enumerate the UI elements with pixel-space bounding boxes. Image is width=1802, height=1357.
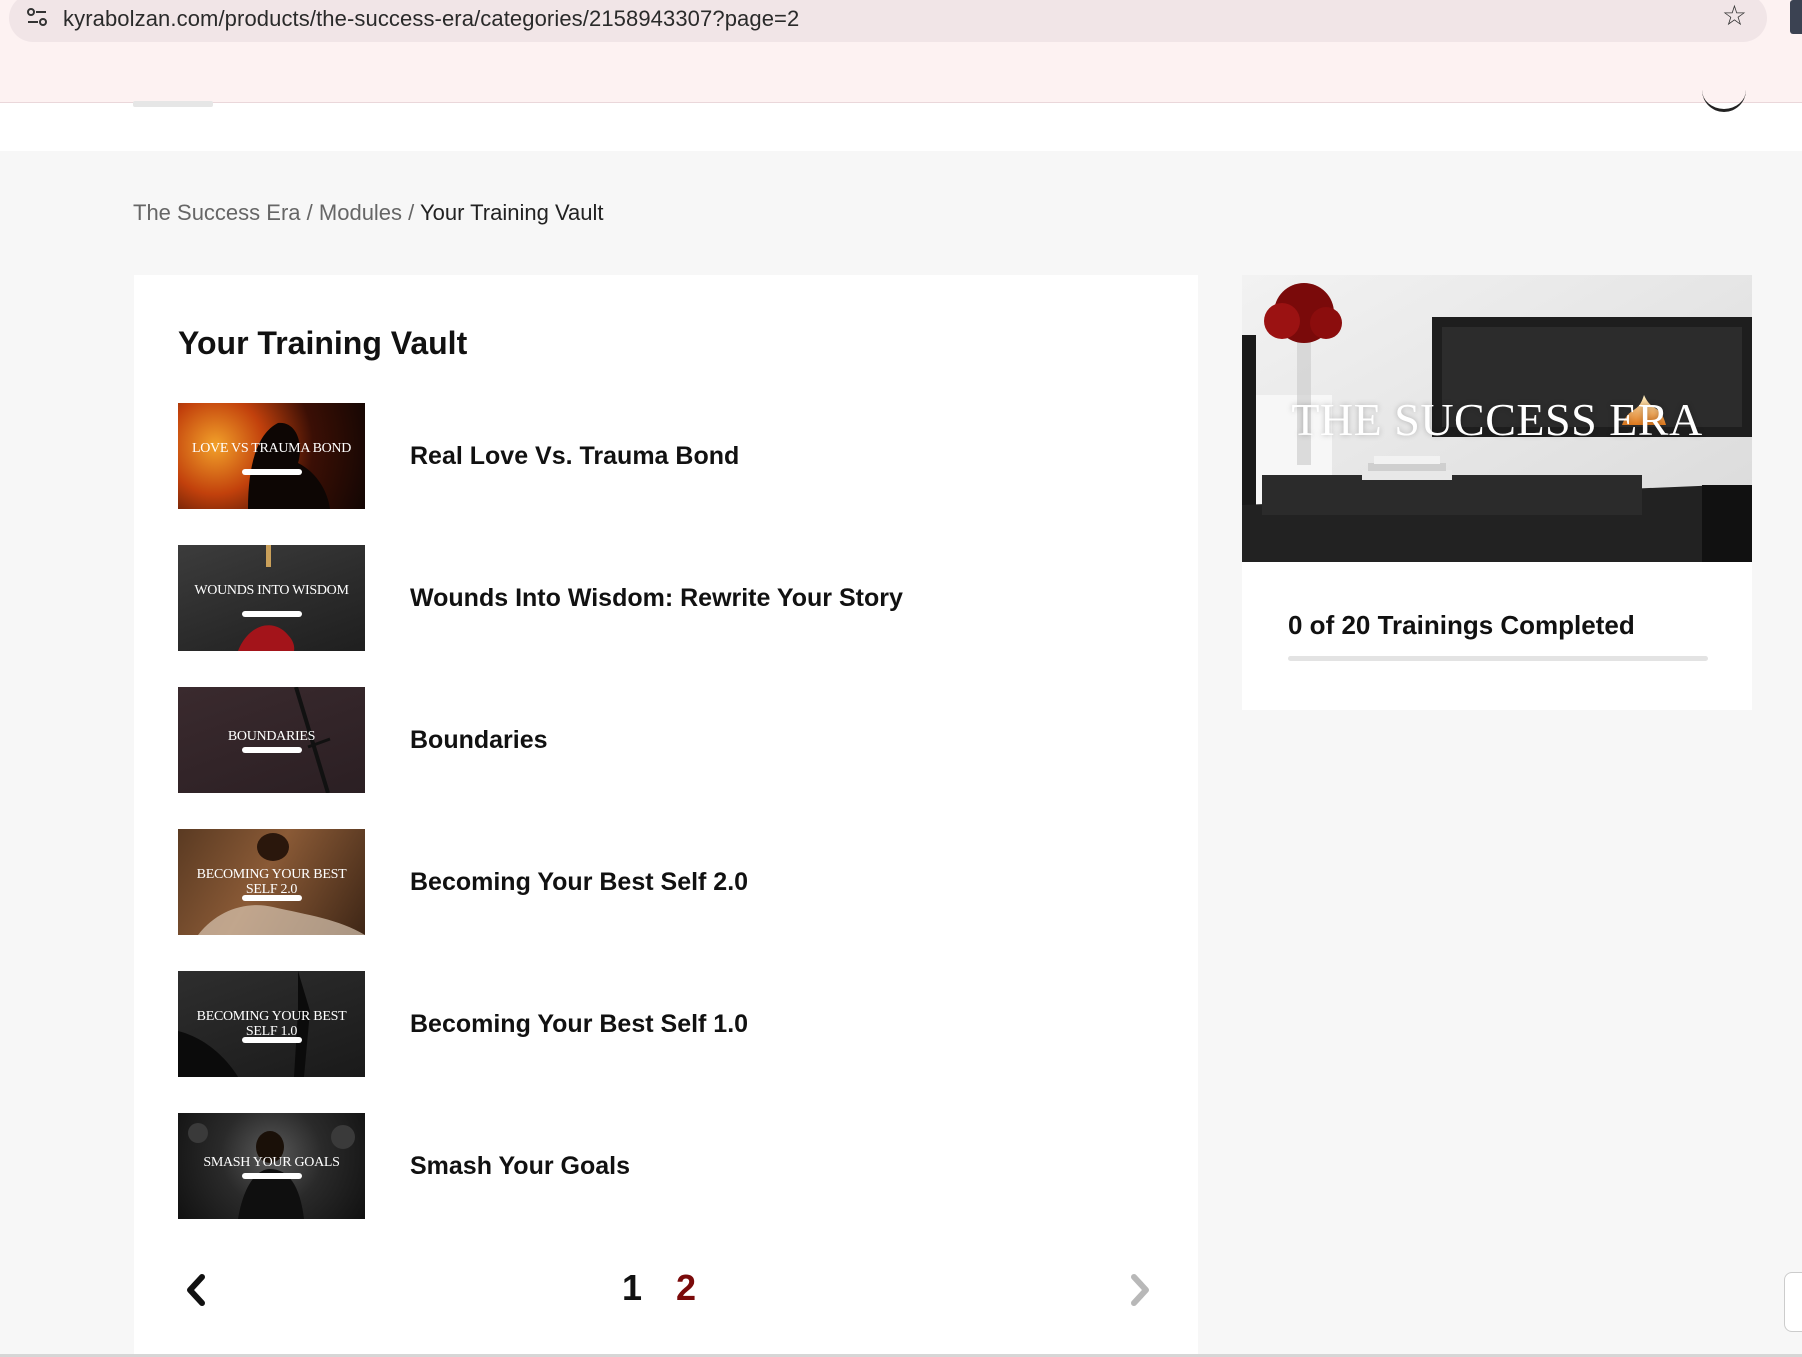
training-thumbnail[interactable]: BECOMING YOUR BEST SELF 1.0 [178,971,365,1077]
thumbnail-label: SMASH YOUR GOALS [203,1155,340,1171]
training-title[interactable]: Real Love Vs. Trauma Bond [410,442,739,471]
training-vault-card: Your Training Vault LOVE VS TRAUMA BOND … [134,275,1198,1357]
tune-icon[interactable] [25,6,49,28]
training-thumbnail[interactable]: LOVE VS TRAUMA BOND [178,403,365,509]
training-title[interactable]: Boundaries [410,726,548,755]
training-thumbnail[interactable]: SMASH YOUR GOALS [178,1113,365,1219]
thumbnail-badge [241,747,302,753]
extension-icon[interactable] [1790,0,1802,34]
training-thumbnail[interactable]: BECOMING YOUR BEST SELF 2.0 [178,829,365,935]
training-item[interactable]: BOUNDARIES Boundaries [178,687,1158,793]
site-logo[interactable] [133,101,213,107]
breadcrumb-separator: / [408,200,415,225]
address-bar[interactable]: kyrabolzan.com/products/the-success-era/… [9,0,1767,42]
url-text[interactable]: kyrabolzan.com/products/the-success-era/… [63,6,799,32]
thumbnail-label: BOUNDARIES [227,729,316,745]
training-title[interactable]: Smash Your Goals [410,1152,630,1181]
breadcrumb-separator: / [306,200,313,225]
browser-toolbar: kyrabolzan.com/products/the-success-era/… [0,0,1802,103]
chevron-left-icon[interactable] [178,1265,218,1315]
star-outline-icon[interactable]: ☆ [1722,2,1747,30]
chevron-right-icon[interactable] [1118,1265,1158,1315]
breadcrumb: The Success Era / Modules / Your Trainin… [133,200,603,226]
thumbnail-badge [241,1173,302,1179]
breadcrumb-current: Your Training Vault [420,200,604,225]
course-hero-title: THE SUCCESS ERA [1291,394,1703,445]
page-link-1[interactable]: 1 [622,1267,642,1309]
page-numbers: 1 2 [622,1267,696,1309]
thumbnail-label: WOUNDS INTO WISDOM [194,583,349,599]
progress-label: 0 of 20 Trainings Completed [1288,610,1635,640]
thumbnail-badge [241,895,302,901]
breadcrumb-link-success-era[interactable]: The Success Era [133,200,301,225]
progress-bar [1288,656,1708,661]
training-list: LOVE VS TRAUMA BOND Real Love Vs. Trauma… [178,403,1158,1255]
course-progress-card: THE SUCCESS ERA 0 of 20 Trainings Comple… [1242,275,1752,710]
training-thumbnail[interactable]: WOUNDS INTO WISDOM [178,545,365,651]
training-thumbnail[interactable]: BOUNDARIES [178,687,365,793]
thumbnail-badge [241,469,302,475]
page-title: Your Training Vault [178,325,468,361]
side-widget-tab[interactable] [1784,1272,1802,1332]
training-title[interactable]: Wounds Into Wisdom: Rewrite Your Story [410,584,903,613]
thumbnail-badge [241,611,302,617]
training-title[interactable]: Becoming Your Best Self 1.0 [410,1010,748,1039]
thumbnail-label: BECOMING YOUR BEST SELF 2.0 [196,867,347,898]
thumbnail-label: BECOMING YOUR BEST SELF 1.0 [196,1009,347,1040]
site-header [0,101,1802,151]
training-item[interactable]: BECOMING YOUR BEST SELF 1.0 Becoming You… [178,971,1158,1077]
page-link-2-current[interactable]: 2 [676,1267,696,1309]
course-hero-image[interactable]: THE SUCCESS ERA [1242,275,1752,562]
training-item[interactable]: LOVE VS TRAUMA BOND Real Love Vs. Trauma… [178,403,1158,509]
training-item[interactable]: SMASH YOUR GOALS Smash Your Goals [178,1113,1158,1219]
training-title[interactable]: Becoming Your Best Self 2.0 [410,868,748,897]
thumbnail-badge [241,1037,302,1043]
breadcrumb-link-modules[interactable]: Modules [319,200,402,225]
training-item[interactable]: BECOMING YOUR BEST SELF 2.0 Becoming You… [178,829,1158,935]
training-item[interactable]: WOUNDS INTO WISDOM Wounds Into Wisdom: R… [178,545,1158,651]
avatar[interactable] [1702,73,1746,112]
pagination: 1 2 [178,1265,1158,1315]
thumbnail-label: LOVE VS TRAUMA BOND [191,441,352,457]
